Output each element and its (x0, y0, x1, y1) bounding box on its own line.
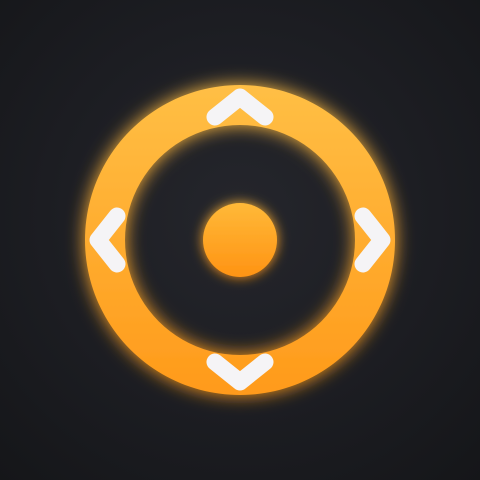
app-icon-canvas (0, 0, 480, 480)
dpad-controller-icon[interactable] (0, 0, 480, 480)
dpad-center-button[interactable] (203, 203, 277, 277)
